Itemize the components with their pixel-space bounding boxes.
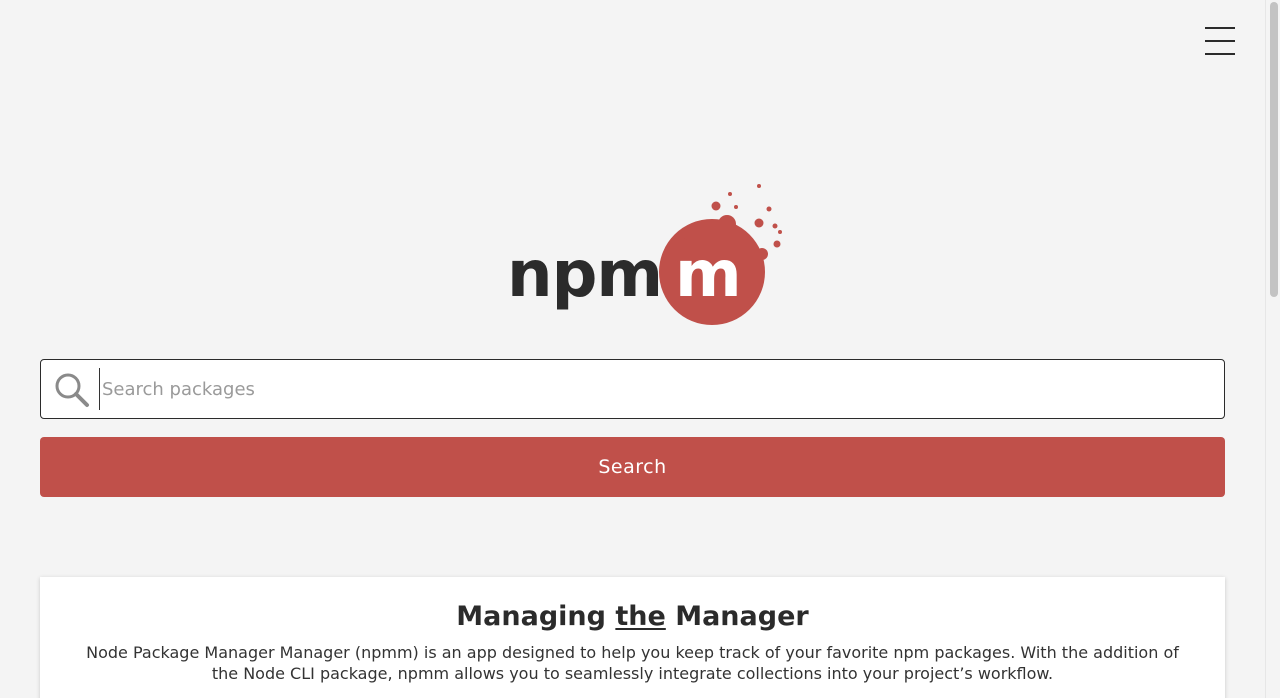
page: npm m Search Managing the Manager Node P… — [0, 0, 1280, 698]
npmm-logo-graphic: npm m — [507, 184, 782, 325]
menu-line — [1205, 53, 1235, 55]
vertical-scrollbar[interactable] — [1265, 0, 1280, 698]
search-input[interactable] — [99, 368, 1209, 410]
scrollbar-thumb[interactable] — [1270, 2, 1278, 297]
hamburger-menu-icon[interactable] — [1203, 26, 1237, 58]
about-card: Managing the Manager Node Package Manage… — [40, 577, 1225, 698]
about-title-after: Manager — [665, 601, 809, 632]
menu-line — [1205, 27, 1235, 29]
npmm-logo: npm m — [505, 184, 787, 326]
logo-text-light: m — [675, 238, 741, 312]
logo-text-dark: npm — [507, 238, 662, 312]
search-button[interactable]: Search — [40, 437, 1225, 497]
menu-line — [1205, 40, 1235, 42]
search-box — [40, 359, 1225, 419]
about-title-underlined: the — [615, 601, 666, 632]
about-title-before: Managing — [456, 601, 616, 632]
search-icon[interactable] — [54, 372, 90, 408]
about-title: Managing the Manager — [40, 601, 1225, 632]
about-body: Node Package Manager Manager (npmm) is a… — [86, 643, 1179, 683]
